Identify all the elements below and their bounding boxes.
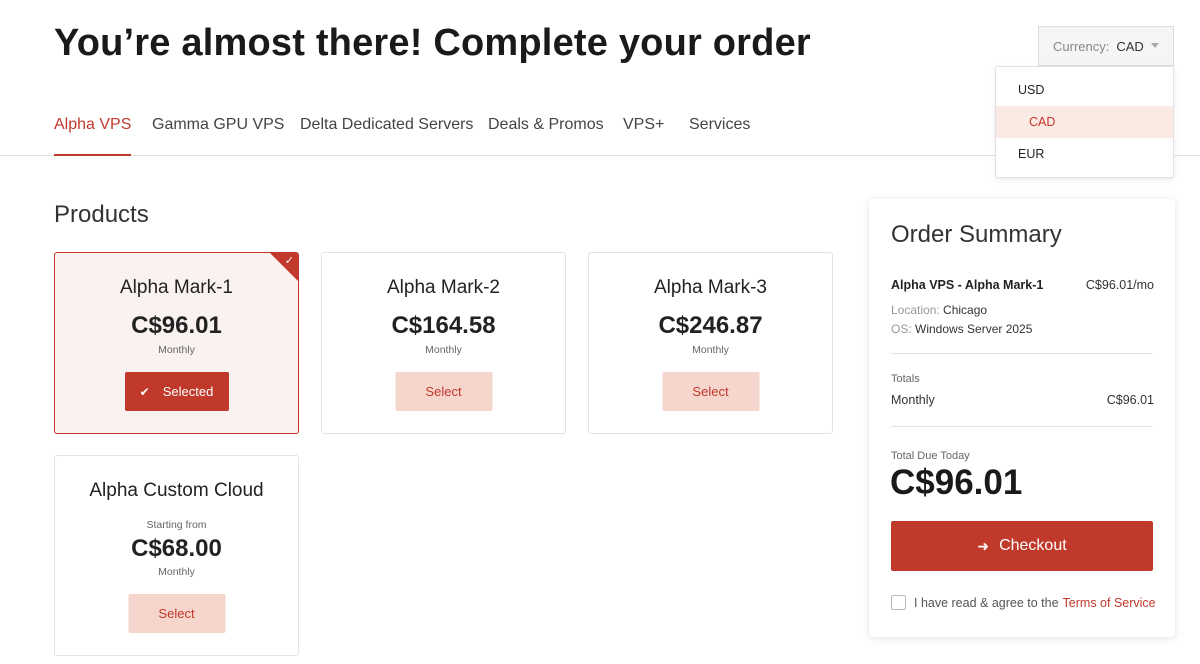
arrow-right-icon: ➜ (977, 537, 990, 554)
tab-delta-dedicated-servers[interactable]: Delta Dedicated Servers (300, 116, 473, 156)
selected-button-label: Selected (162, 384, 214, 399)
total-due-label: Total Due Today (891, 450, 970, 462)
currency-option-usd[interactable]: USD (996, 74, 1173, 106)
check-icon: ✓ (284, 255, 294, 267)
summary-item-name: Alpha VPS - Alpha Mark-1 (891, 278, 1044, 292)
currency-value: CAD (1116, 38, 1144, 54)
monthly-label: Monthly (891, 393, 935, 407)
selected-button[interactable]: ✔ Selected (124, 372, 229, 411)
product-card-alpha-mark-1[interactable]: ✓ Alpha Mark-1 C$96.01 Monthly ✔ Selecte… (54, 252, 299, 434)
product-name: Alpha Mark-3 (654, 277, 767, 298)
order-summary-title: Order Summary (891, 221, 1062, 248)
summary-item-price: C$96.01/mo (1085, 278, 1154, 292)
os-label: OS: (891, 322, 912, 336)
terms-of-service-link[interactable]: Terms of Service (1063, 596, 1156, 610)
product-name: Alpha Mark-2 (387, 277, 500, 298)
select-button[interactable]: Select (128, 594, 225, 633)
check-icon: ✔ (139, 384, 150, 399)
tos-text: I have read & agree to the (914, 595, 1059, 610)
product-period: Monthly (425, 344, 462, 356)
summary-divider (891, 426, 1153, 427)
tos-agreement: I have read & agree to the Terms of Serv… (891, 595, 1156, 610)
product-card-alpha-mark-3[interactable]: Alpha Mark-3 C$246.87 Monthly Select (588, 252, 833, 434)
products-title: Products (54, 201, 149, 228)
order-summary-panel: Order Summary Alpha VPS - Alpha Mark-1 C… (869, 199, 1175, 637)
page-title: You’re almost there! Complete your order (54, 22, 811, 64)
product-card-alpha-custom-cloud[interactable]: Alpha Custom Cloud Starting from C$68.00… (54, 455, 299, 656)
select-button[interactable]: Select (662, 372, 759, 411)
location-label: Location: (891, 303, 940, 317)
summary-divider (891, 353, 1153, 354)
product-price: C$68.00 (131, 535, 222, 562)
tab-alpha-vps[interactable]: Alpha VPS (54, 116, 132, 156)
totals-label: Totals (891, 373, 920, 385)
checkout-button[interactable]: ➜ Checkout (891, 521, 1153, 571)
currency-option-eur[interactable]: EUR (996, 138, 1173, 170)
product-name: Alpha Custom Cloud (89, 480, 264, 501)
product-period: Monthly (692, 344, 729, 356)
tab-vps-plus[interactable]: VPS+ (623, 116, 664, 156)
select-button[interactable]: Select (395, 372, 492, 411)
location-value: Chicago (943, 303, 988, 317)
product-price: C$246.87 (658, 312, 763, 339)
monthly-value: C$96.01 (1106, 393, 1154, 407)
product-price: C$164.58 (391, 312, 496, 339)
currency-select[interactable]: Currency: CAD (1038, 26, 1174, 66)
currency-label: Currency: (1053, 38, 1110, 54)
tab-services[interactable]: Services (689, 116, 750, 156)
summary-location: Location: Chicago (891, 303, 987, 317)
product-name: Alpha Mark-1 (120, 277, 233, 298)
product-card-alpha-mark-2[interactable]: Alpha Mark-2 C$164.58 Monthly Select (321, 252, 566, 434)
caret-down-icon (1151, 43, 1159, 48)
os-value: Windows Server 2025 (915, 322, 1033, 336)
product-period: Monthly (158, 566, 195, 578)
currency-dropdown: USD CAD EUR (995, 66, 1174, 178)
tos-checkbox[interactable] (891, 595, 906, 610)
total-due-value: C$96.01 (890, 463, 1023, 502)
summary-os: OS: Windows Server 2025 (891, 322, 1032, 336)
starting-from-label: Starting from (146, 519, 207, 531)
currency-option-cad[interactable]: CAD (996, 106, 1173, 138)
product-period: Monthly (158, 344, 195, 356)
product-price: C$96.01 (131, 312, 222, 339)
checkout-label: Checkout (999, 537, 1067, 554)
tab-gamma-gpu-vps[interactable]: Gamma GPU VPS (152, 116, 284, 156)
tab-deals-promos[interactable]: Deals & Promos (488, 116, 604, 156)
